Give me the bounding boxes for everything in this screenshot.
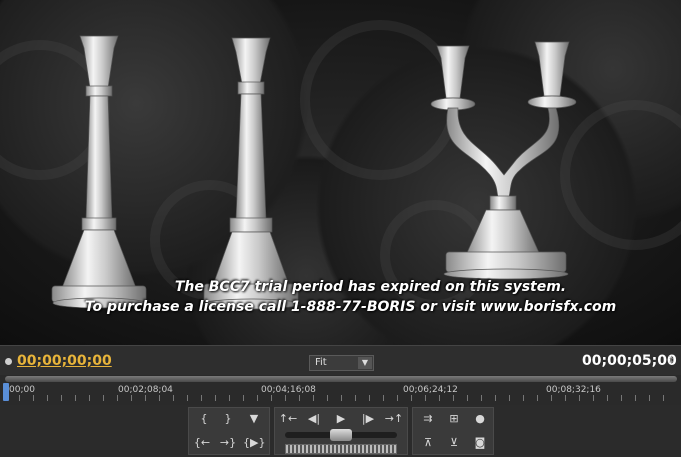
zoom-level-value: Fit [315,357,327,368]
current-timecode[interactable]: 00;00;00;00 [17,353,112,369]
lift-icon[interactable]: ⊼ [417,434,439,452]
marker-controls-group: { } ▼ {← →} {▶} [188,407,270,455]
settings-icon[interactable]: ⁑ [669,357,674,367]
marker-icon[interactable] [5,358,12,365]
loop-icon[interactable]: ⇉ [417,410,439,428]
play-icon[interactable]: ▶ [330,410,352,428]
mark-in-icon[interactable]: { [193,410,215,428]
step-back-icon[interactable]: ↑← [277,410,299,428]
ruler-tick-label: 00;08;32;16 [546,385,601,395]
play-in-to-out-icon[interactable]: {▶} [243,434,265,452]
transport-controls: { } ▼ {← →} {▶} ↑← ◀| ▶ |▶ →↑ ⇉ ⊞ ● ⊼ ⊻ … [0,405,681,457]
output-controls-group: ⇉ ⊞ ● ⊼ ⊻ ◙ [412,407,494,455]
shuttle-slider[interactable] [285,429,397,441]
watermark-line-1: The BCC7 trial period has expired on thi… [174,279,567,295]
safe-margins-icon[interactable]: ⊞ [443,410,465,428]
ruler-tick-label: 00;00 [9,385,35,395]
time-ruler[interactable]: 00;00 00;02;08;04 00;04;16;08 00;06;24;1… [0,375,681,405]
monitor-timebar: 00;00;00;00 Fit ▼ 00;00;05;00 ⁑ [0,345,681,375]
zoom-scroll-bar[interactable] [5,376,677,382]
step-back-frame-icon[interactable]: ◀| [303,410,325,428]
ruler-tick-label: 00;04;16;08 [261,385,316,395]
go-to-out-icon[interactable]: →} [217,434,239,452]
shuttle-knob[interactable] [330,429,352,441]
step-forward-icon[interactable]: →↑ [383,410,405,428]
go-to-in-icon[interactable]: {← [191,434,213,452]
zoom-level-select[interactable]: Fit ▼ [309,355,374,371]
ruler-tick-label: 00;06;24;12 [403,385,458,395]
watermark-line-2: To purchase a license call 1-888-77-BORI… [84,299,617,315]
jog-wheel[interactable] [285,444,397,454]
chevron-down-icon: ▼ [358,357,372,369]
step-forward-frame-icon[interactable]: |▶ [357,410,379,428]
duration-timecode: 00;00;05;00 [582,353,677,369]
set-marker-icon[interactable]: ▼ [243,410,265,428]
ruler-tick-label: 00;02;08;04 [118,385,173,395]
export-frame-icon[interactable]: ◙ [469,434,491,452]
playhead-handle[interactable] [3,383,9,401]
output-icon[interactable]: ● [469,410,491,428]
extract-icon[interactable]: ⊻ [443,434,465,452]
mark-out-icon[interactable]: } [217,410,239,428]
program-monitor-preview: The BCC7 trial period has expired on thi… [0,0,681,345]
ruler-ticks [5,395,677,401]
